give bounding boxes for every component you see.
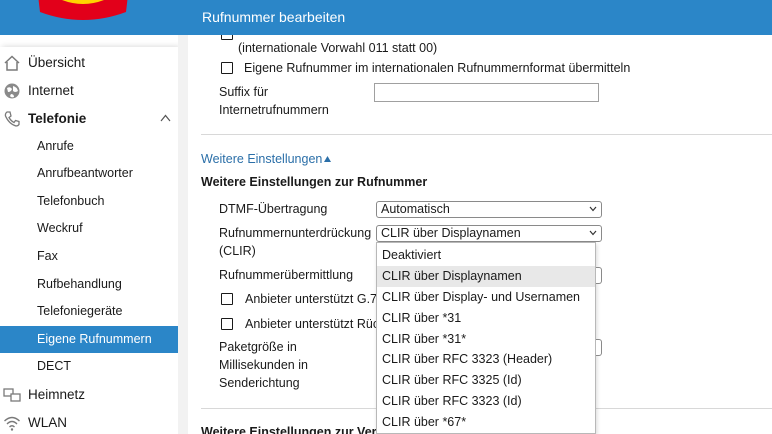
checkbox-intl-number-format[interactable] (221, 62, 233, 74)
dtmf-select-value: Automatisch (381, 202, 450, 216)
home-icon (4, 55, 20, 71)
sidebar-item-label: DECT (37, 359, 72, 373)
sidebar-item-telefonbuch[interactable]: Telefonbuch (0, 188, 178, 215)
dropdown-option[interactable]: CLIR über RFC 3323 (Id) (377, 391, 595, 412)
sidebar-item-weckruf[interactable]: Weckruf (0, 215, 178, 242)
anbieter-g72-label: Anbieter unterstützt G.72 (245, 292, 384, 306)
checkbox-international-prefix[interactable] (221, 35, 233, 40)
dtmf-select[interactable]: Automatisch (376, 201, 602, 218)
sidebar-item-eigene-rufnummern[interactable]: Eigene Rufnummern (0, 326, 178, 353)
sidebar: Übersicht Internet Telefonie Anrufe Anru… (0, 35, 188, 434)
checkbox-anbieter-g72[interactable] (221, 293, 233, 305)
section-divider (201, 134, 772, 135)
paketgroesse-label-line3: Senderichtung (219, 376, 300, 390)
sidebar-item-label: Rufbehandlung (37, 277, 122, 291)
paketgroesse-select-edge[interactable] (596, 339, 602, 356)
globe-icon (4, 83, 20, 99)
weitere-einstellungen-toggle[interactable]: Weitere Einstellungen (201, 152, 332, 166)
sidebar-item-label: Eigene Rufnummern (37, 332, 152, 346)
dtmf-label: DTMF-Übertragung (219, 202, 328, 216)
clir-dropdown-list[interactable]: Deaktiviert CLIR über Displaynamen CLIR … (376, 242, 596, 434)
sidebar-item-uebersicht[interactable]: Übersicht (0, 50, 178, 76)
suffix-label: Suffix für (219, 85, 269, 99)
chevron-down-icon (589, 230, 597, 236)
sidebar-item-rufbehandlung[interactable]: Rufbehandlung (0, 271, 178, 298)
wifi-icon (4, 416, 20, 431)
sidebar-item-internet[interactable]: Internet (0, 78, 178, 104)
sidebar-item-label: Übersicht (28, 55, 86, 70)
sidebar-item-label: Telefoniegeräte (37, 304, 123, 318)
chevron-down-icon (589, 206, 597, 212)
network-icon (3, 388, 21, 402)
sidebar-item-label: Anrufbeantworter (37, 166, 133, 180)
clir-label: Rufnummernunterdrückung (219, 226, 372, 240)
phone-icon (4, 111, 20, 127)
checkbox-anbieter-rueck[interactable] (221, 318, 233, 330)
page-title: Rufnummer bearbeiten (202, 9, 346, 25)
dropdown-option[interactable]: CLIR über Display- und Usernamen (377, 287, 595, 308)
sidebar-item-label: WLAN (28, 415, 68, 430)
paketgroesse-label: Paketgröße in (219, 340, 297, 354)
dropdown-option-selected[interactable]: CLIR über Displaynamen (377, 266, 595, 287)
dropdown-option[interactable]: CLIR über RFC 3325 (Id) (377, 370, 595, 391)
sidebar-item-fax[interactable]: Fax (0, 243, 178, 270)
triangle-up-icon (324, 156, 332, 162)
section-heading-rufnummer: Weitere Einstellungen zur Rufnummer (201, 175, 428, 189)
dropdown-option[interactable]: Deaktiviert (377, 245, 595, 266)
sidebar-item-label: Internet (28, 83, 74, 98)
sidebar-item-anrufe[interactable]: Anrufe (0, 133, 178, 160)
sidebar-item-dect[interactable]: DECT (0, 353, 178, 380)
intl-prefix-hint: (internationale Vorwahl 011 statt 00) (238, 41, 438, 55)
sidebar-item-wlan[interactable]: WLAN (0, 410, 178, 434)
dropdown-option[interactable]: CLIR über RFC 3323 (Header) (377, 349, 595, 370)
sidebar-item-heimnetz[interactable]: Heimnetz (0, 382, 178, 408)
sidebar-item-label: Weckruf (37, 221, 83, 235)
weitere-einstellungen-link: Weitere Einstellungen (201, 152, 323, 166)
sidebar-item-anrufbeantworter[interactable]: Anrufbeantworter (0, 160, 178, 187)
clir-select-value: CLIR über Displaynamen (381, 226, 521, 240)
dropdown-option[interactable]: CLIR über *67* (377, 412, 595, 433)
anbieter-rueck-label: Anbieter unterstützt Rück (245, 317, 386, 331)
sidebar-panel: Übersicht Internet Telefonie Anrufe Anru… (0, 47, 178, 434)
fritz-logo[interactable] (30, 0, 136, 26)
dropdown-option[interactable]: CLIR über *31* (377, 329, 595, 350)
header-bar: Rufnummer bearbeiten (0, 0, 772, 35)
suffix-label-line2: Internetrufnummern (219, 103, 329, 117)
sidebar-item-label: Fax (37, 249, 58, 263)
sidebar-item-label: Heimnetz (28, 387, 86, 402)
paketgroesse-label-line2: Millisekunden in (219, 358, 308, 372)
sidebar-item-label: Anrufe (37, 139, 74, 153)
rufnummeruebermittlung-label: Rufnummerübermittlung (219, 268, 354, 282)
sidebar-item-telefoniegeraete[interactable]: Telefoniegeräte (0, 298, 178, 325)
clir-select[interactable]: CLIR über Displaynamen (376, 225, 602, 242)
dropdown-option[interactable]: CLIR über *31 (377, 308, 595, 329)
chevron-up-icon[interactable] (160, 114, 171, 122)
section-heading-verbindung: Weitere Einstellungen zur Verb (201, 425, 385, 434)
sidebar-gutter (178, 35, 188, 434)
sidebar-item-label: Telefonie (28, 111, 87, 126)
suffix-input[interactable] (374, 83, 599, 102)
rufnummer-select-edge[interactable] (596, 267, 602, 284)
clir-label-line2: (CLIR) (219, 244, 256, 258)
sidebar-item-telefonie[interactable]: Telefonie (0, 106, 178, 132)
intl-number-format-label: Eigene Rufnummer im internationalen Rufn… (244, 61, 631, 75)
sidebar-item-label: Telefonbuch (37, 194, 105, 208)
